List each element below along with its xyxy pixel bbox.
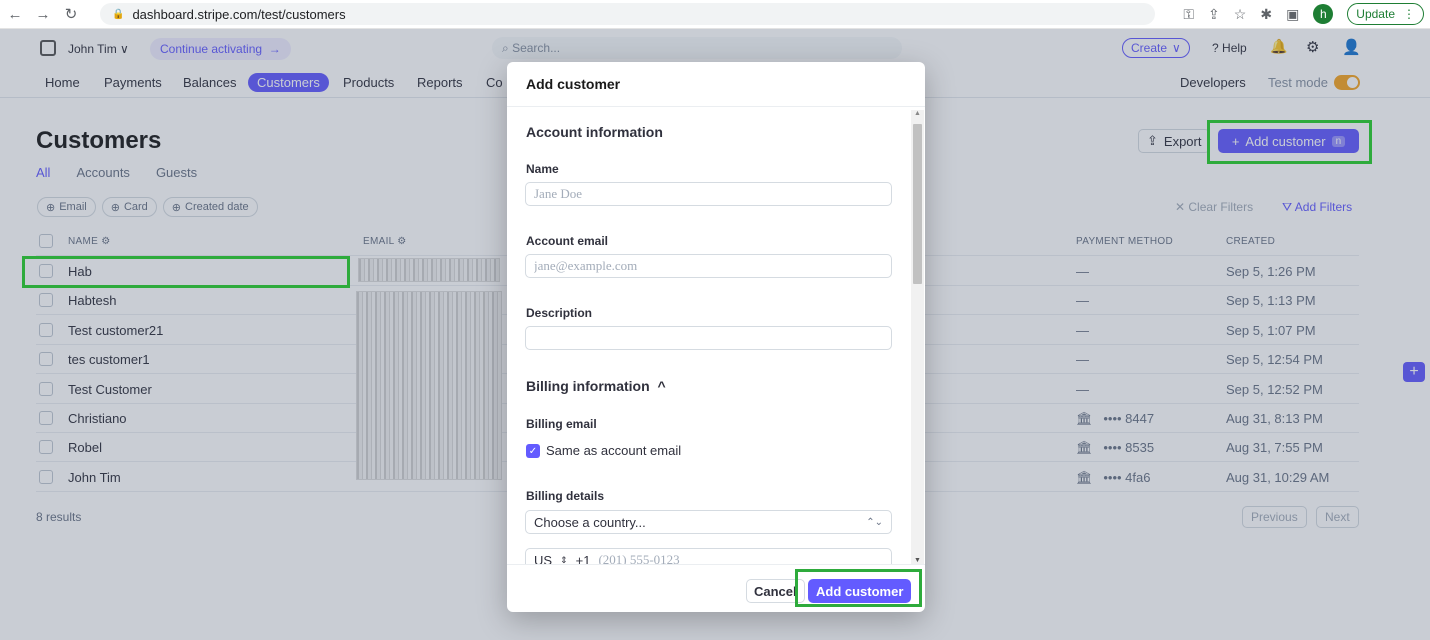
add-customer-modal: Add customer Account information Name Ac… (507, 62, 925, 612)
cancel-button[interactable]: Cancel (746, 579, 805, 603)
lock-icon: 🔒 (112, 8, 125, 20)
star-icon[interactable]: ☆ (1234, 6, 1247, 23)
modal-title: Add customer (507, 62, 925, 107)
share-icon[interactable]: ⇪ (1208, 6, 1220, 23)
same-as-email-label[interactable]: Same as account email (546, 443, 681, 458)
billing-email-label: Billing email (526, 417, 597, 431)
account-email-input[interactable] (525, 254, 892, 278)
chevron-updown-icon: ⇕ (560, 554, 568, 565)
billing-details-label: Billing details (526, 489, 605, 503)
modal-footer: Cancel Add customer (507, 564, 925, 612)
account-email-label: Account email (526, 234, 609, 248)
phone-code: +1 (575, 552, 591, 565)
url-text: dashboard.stripe.com/test/customers (132, 6, 346, 22)
browser-actions: ⚿ ⇪ ☆ ✱ ▣ h Update ⋮ (1183, 3, 1424, 25)
modal-body: Account information Name Account email D… (507, 108, 925, 564)
kebab-icon: ⋮ (1403, 7, 1415, 21)
billing-section-toggle[interactable]: Billing information ^ (526, 378, 666, 394)
phone-input[interactable]: US ⇕ +1 (201) 555-0123 (525, 548, 892, 564)
profile-avatar[interactable]: h (1313, 4, 1334, 24)
account-section-title: Account information (526, 124, 663, 140)
forward-icon[interactable]: → (30, 1, 56, 27)
back-icon[interactable]: ← (2, 1, 28, 27)
phone-country[interactable]: US (534, 553, 552, 565)
billing-section-title: Billing information (526, 378, 650, 394)
description-input[interactable] (525, 326, 892, 350)
same-as-email-checkbox[interactable]: ✓ (526, 444, 540, 458)
chevron-updown-icon: ⌃⌄ (866, 516, 883, 528)
scroll-up-icon[interactable]: ▲ (914, 110, 921, 117)
country-value: Choose a country... (534, 514, 646, 530)
country-select[interactable]: Choose a country... ⌃⌄ (525, 510, 892, 534)
sidepanel-icon[interactable]: ▣ (1286, 6, 1299, 23)
extensions-icon[interactable]: ✱ (1260, 6, 1272, 23)
modal-scrollbar[interactable]: ▲ ▼ (911, 110, 924, 564)
scroll-thumb[interactable] (913, 124, 922, 284)
chevron-up-icon: ^ (657, 378, 666, 394)
add-customer-submit-button[interactable]: Add customer (808, 579, 912, 603)
scroll-down-icon[interactable]: ▼ (914, 557, 921, 564)
description-label: Description (526, 306, 593, 320)
key-icon[interactable]: ⚿ (1183, 6, 1194, 23)
browser-toolbar: ← → ↻ 🔒 dashboard.stripe.com/test/custom… (0, 0, 1430, 29)
update-label: Update (1356, 7, 1395, 21)
name-label: Name (526, 162, 559, 176)
reload-icon[interactable]: ↻ (58, 1, 84, 27)
name-input[interactable] (525, 182, 892, 206)
update-button[interactable]: Update ⋮ (1347, 3, 1424, 25)
address-bar[interactable]: 🔒 dashboard.stripe.com/test/customers (100, 3, 1155, 25)
phone-placeholder: (201) 555-0123 (598, 552, 680, 564)
